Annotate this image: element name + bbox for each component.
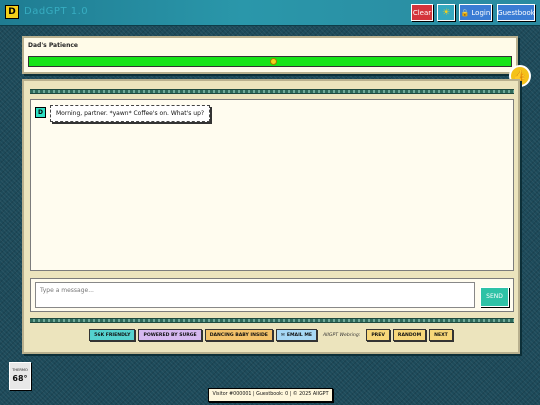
app-logo: D [5, 5, 19, 19]
badge-56k: 56K FRIENDLY [89, 329, 136, 341]
composer: SEND [30, 278, 514, 312]
badge-dancing-baby: DANCING BABY INSIDE [204, 329, 273, 341]
badge-surge: POWERED BY SURGE [138, 329, 202, 341]
lock-icon: 🔒 [460, 8, 470, 17]
webring-next-button[interactable]: NEXT [429, 329, 453, 341]
smiley-icon [270, 58, 277, 65]
thermometer-widget: THERMO 68° [9, 362, 31, 390]
divider [30, 89, 514, 94]
login-label: Login [471, 8, 491, 17]
guestbook-button[interactable]: Guestbook [497, 4, 535, 21]
webring-random-button[interactable]: RANDOM [392, 329, 427, 341]
theme-toggle-button[interactable]: ☀ [437, 4, 455, 21]
clear-button[interactable]: Clear [411, 4, 433, 21]
sun-icon: ☀ [441, 7, 451, 18]
message-input[interactable] [35, 282, 475, 308]
chat-panel: D Morning, partner. *yawn* Coffee's on. … [22, 79, 520, 354]
title-bar: D DadGPT 1.0 Clear ☀ 🔒 Login Guestbook [0, 0, 540, 26]
dad-avatar: D [35, 107, 46, 118]
chat-log[interactable]: D Morning, partner. *yawn* Coffee's on. … [30, 99, 514, 271]
email-me-link[interactable]: ✉ EMAIL ME [275, 329, 318, 341]
patience-bar [28, 56, 512, 67]
send-button[interactable]: SEND [480, 287, 509, 307]
login-button[interactable]: 🔒 Login [459, 4, 492, 21]
chat-message: Morning, partner. *yawn* Coffee's on. Wh… [50, 105, 211, 122]
app-title: DadGPT 1.0 [24, 6, 89, 17]
badge-row: 56K FRIENDLY POWERED BY SURGE DANCING BA… [24, 328, 518, 342]
webring-label: AIIGPT Webring: [323, 332, 361, 338]
divider [30, 318, 514, 323]
email-label: EMAIL ME [286, 332, 313, 338]
webring-prev-button[interactable]: PREV [366, 329, 390, 341]
patience-meter: Dad's Patience [22, 36, 518, 74]
envelope-icon: ✉ [280, 332, 285, 338]
thermo-temp: 68° [12, 374, 28, 383]
patience-label: Dad's Patience [28, 42, 78, 49]
visitor-counter: Visitor #000001 | Guestbook: 0 | © 2025 … [208, 388, 333, 402]
thermo-label: THERMO [12, 368, 28, 372]
